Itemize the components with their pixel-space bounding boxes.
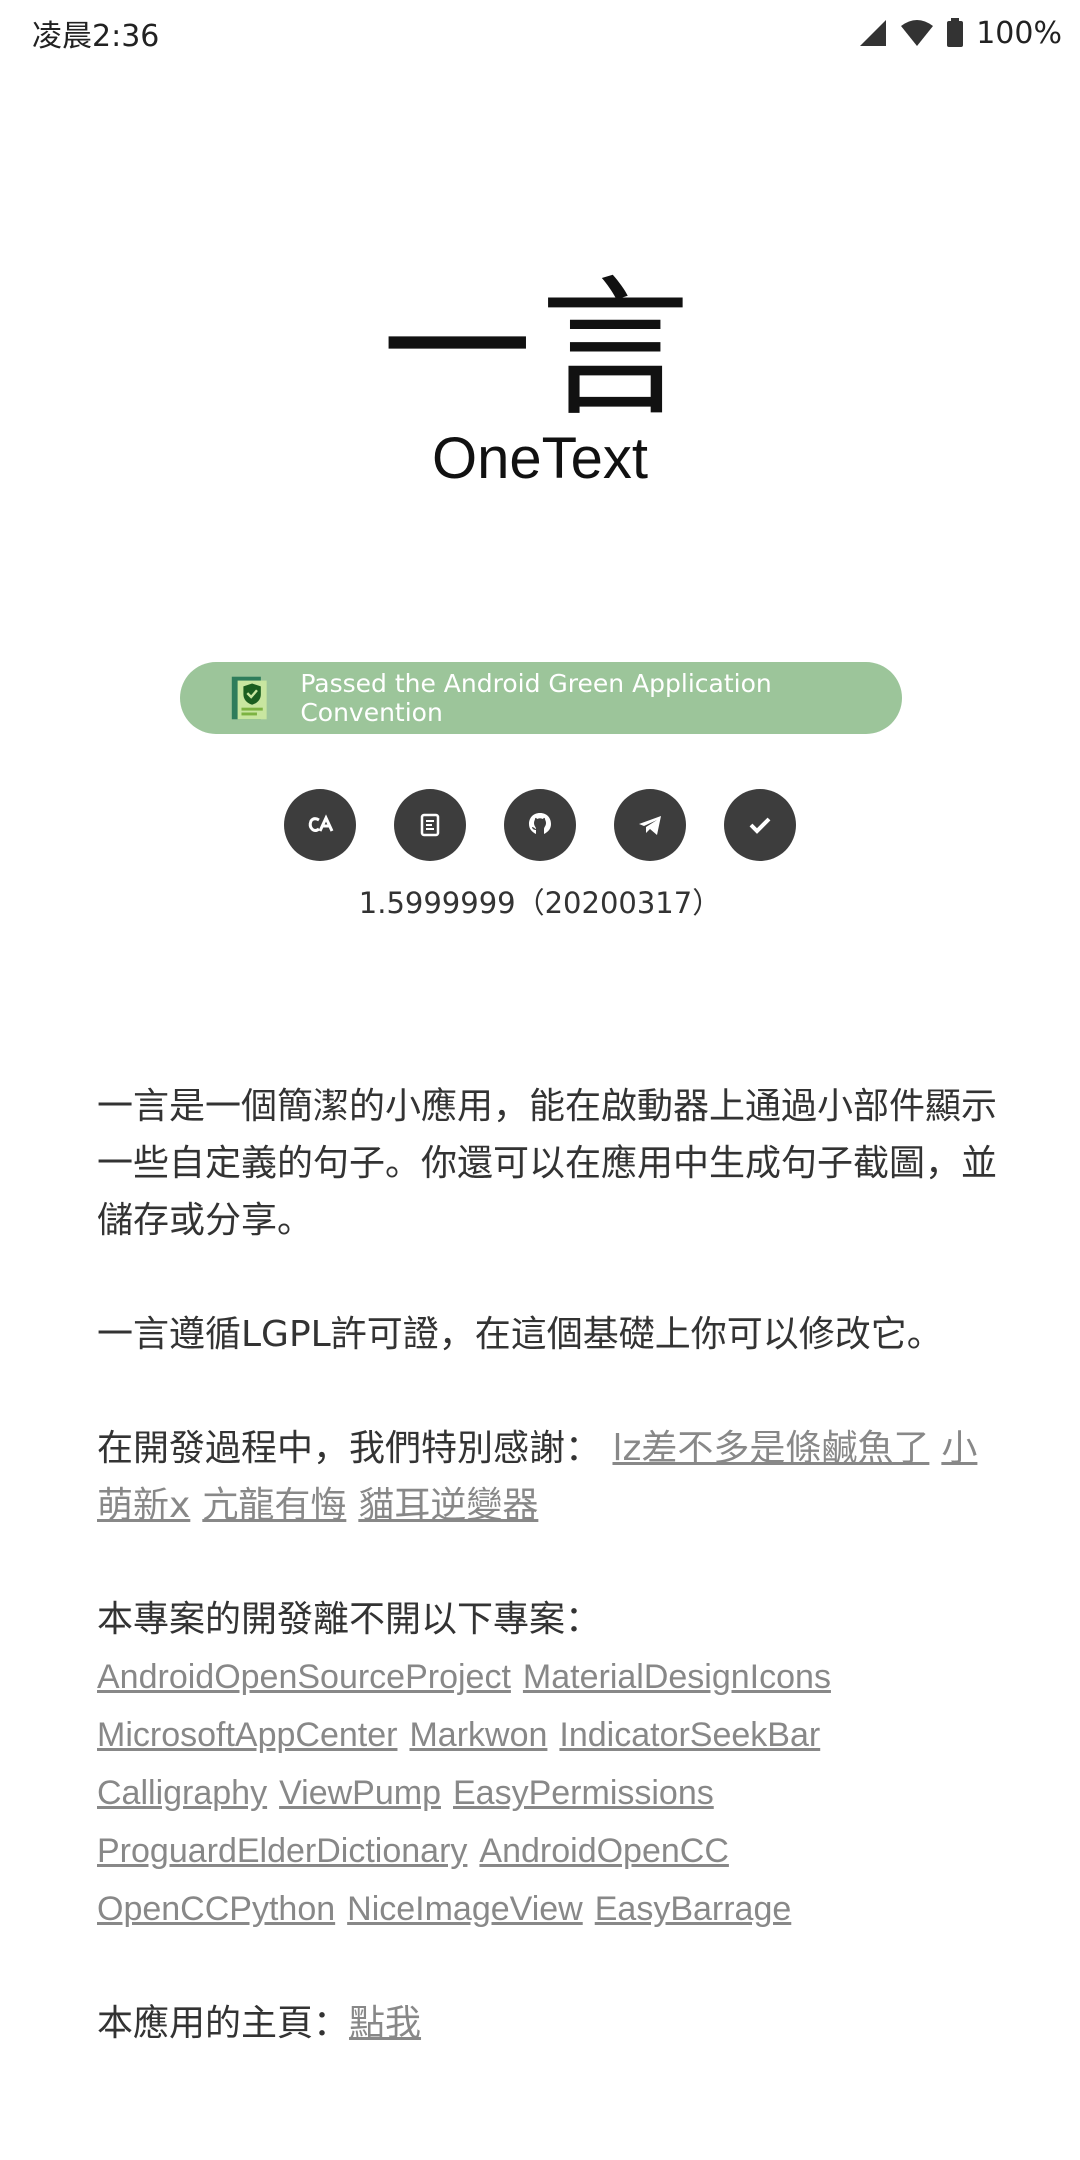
project-link[interactable]: EasyPermissions xyxy=(453,1774,714,1812)
check-button[interactable] xyxy=(724,789,796,861)
thanks-link[interactable]: 貓耳逆變器 xyxy=(358,1485,538,1526)
status-time: 凌晨2:36 xyxy=(32,19,160,54)
project-link[interactable]: NiceImageView xyxy=(347,1890,583,1928)
github-button[interactable] xyxy=(504,789,576,861)
status-icons: 100% xyxy=(858,16,1062,51)
link-icon-row xyxy=(0,789,1080,861)
status-bar: 凌晨2:36 100% xyxy=(0,0,1080,66)
logo-chinese: 一言 xyxy=(381,263,698,437)
project-link[interactable]: ProguardElderDictionary xyxy=(97,1832,467,1870)
thanks-link[interactable]: 亢龍有悔 xyxy=(202,1485,346,1526)
signal-icon xyxy=(860,20,887,46)
license-paragraph: 一言遵循LGPL許可證，在這個基礎上你可以修改它。 xyxy=(97,1314,943,1355)
coolapk-button[interactable] xyxy=(394,789,466,861)
creative-commons-button[interactable] xyxy=(284,789,356,861)
green-convention-badge[interactable]: Passed the Android Green Application Con… xyxy=(180,662,902,734)
homepage-link[interactable]: 點我 xyxy=(349,2003,421,2044)
github-icon xyxy=(529,813,551,834)
logo-english: OneText xyxy=(432,426,648,491)
check-icon xyxy=(749,817,771,834)
project-link[interactable]: Calligraphy xyxy=(97,1774,267,1812)
project-link[interactable]: OpenCCPython xyxy=(97,1890,335,1928)
app-logo: 一言 OneText xyxy=(0,270,1080,494)
about-content: 一言是一個簡潔的小應用，能在啟動器上通過小部件顯示一些自定義的句子。你還可以在應… xyxy=(97,1078,997,2109)
coolapk-icon xyxy=(420,813,440,837)
badge-text: Passed the Android Green Application Con… xyxy=(300,669,772,727)
thanks-paragraph: 在開發過程中，我們特別感謝： lz差不多是條鹹魚了 小萌新x 亢龍有悔 貓耳逆變器 xyxy=(97,1420,997,1534)
project-link[interactable]: MicrosoftAppCenter xyxy=(97,1716,397,1754)
wifi-icon xyxy=(901,20,934,46)
scroll-shield-icon xyxy=(231,676,267,720)
creative-commons-icon xyxy=(308,814,334,832)
thanks-label: 在開發過程中，我們特別感謝： xyxy=(97,1428,602,1469)
thanks-link[interactable]: lz差不多是條鹹魚了 xyxy=(612,1428,929,1469)
version-label: 1.5999999（20200317） xyxy=(358,886,722,920)
homepage-label: 本應用的主頁： xyxy=(97,2003,350,2044)
project-link[interactable]: IndicatorSeekBar xyxy=(559,1716,820,1754)
project-link[interactable]: ViewPump xyxy=(279,1774,441,1812)
battery-icon xyxy=(947,18,964,47)
telegram-icon xyxy=(639,816,661,835)
projects-section: 本專案的開發離不開以下專案： AndroidOpenSourceProject M… xyxy=(97,1591,997,1938)
project-link[interactable]: AndroidOpenSourceProject xyxy=(97,1658,511,1696)
homepage-paragraph: 本應用的主頁：點我 xyxy=(97,1995,997,2052)
projects-label: 本專案的開發離不開以下專案： xyxy=(97,1599,602,1640)
project-link[interactable]: Markwon xyxy=(409,1716,547,1754)
intro-paragraph: 一言是一個簡潔的小應用，能在啟動器上通過小部件顯示一些自定義的句子。你還可以在應… xyxy=(97,1086,998,1241)
telegram-button[interactable] xyxy=(614,789,686,861)
project-link[interactable]: MaterialDesignIcons xyxy=(523,1658,831,1696)
battery-level: 100% xyxy=(976,15,1062,51)
project-link[interactable]: AndroidOpenCC xyxy=(479,1832,728,1870)
project-link[interactable]: EasyBarrage xyxy=(595,1890,792,1928)
